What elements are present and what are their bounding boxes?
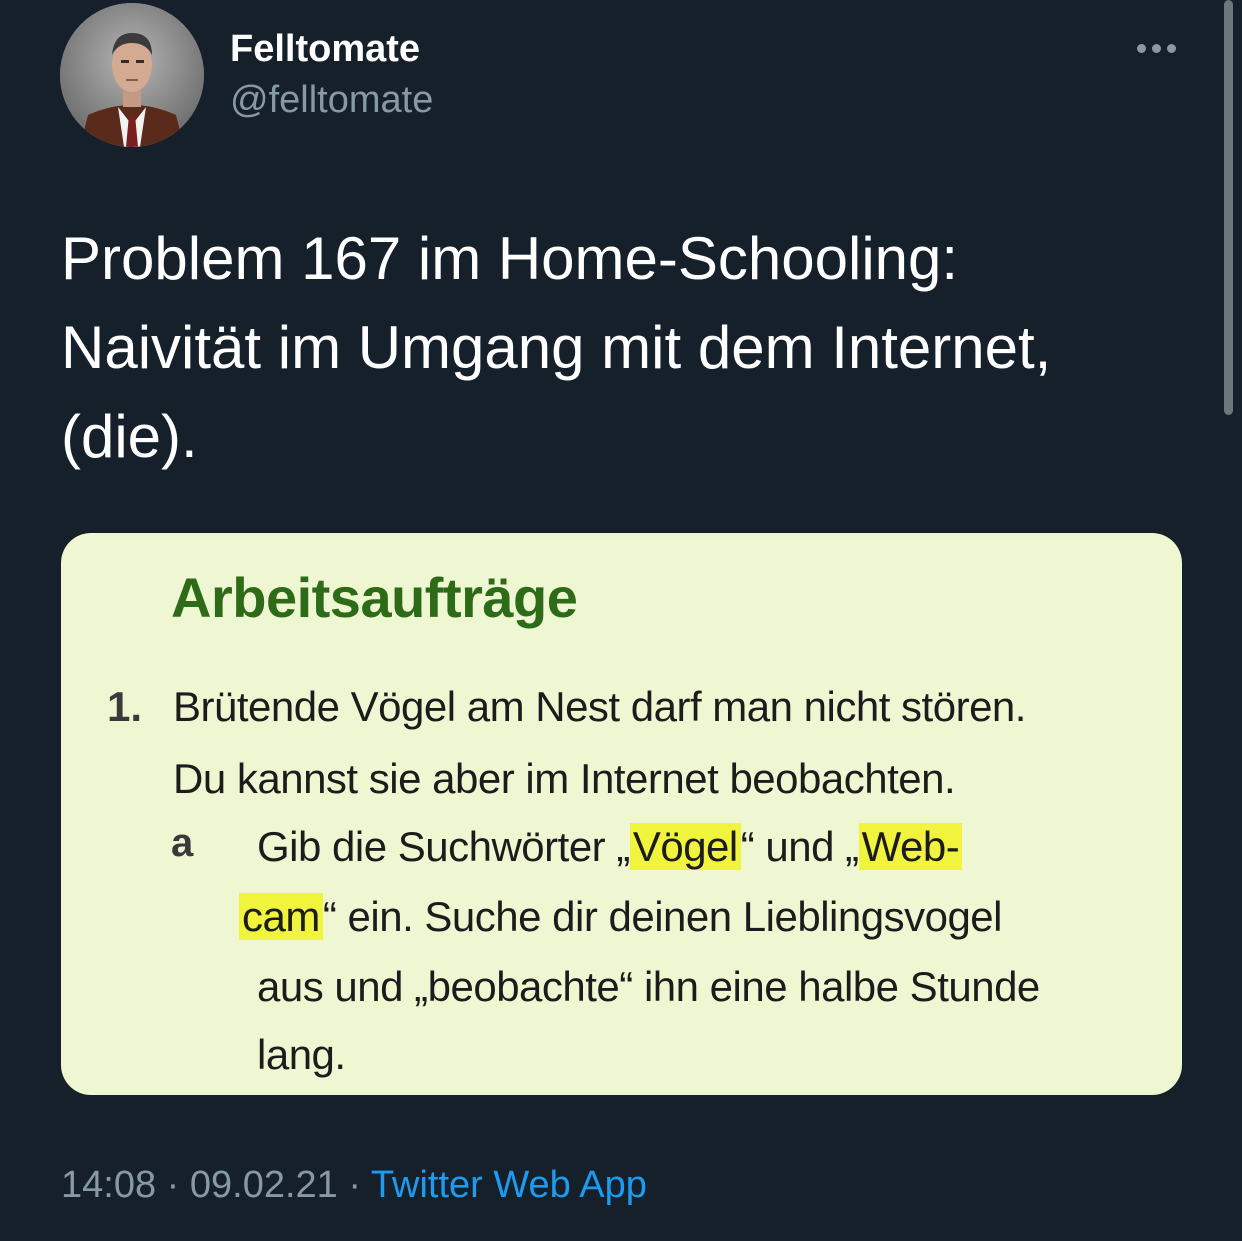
tweet-time[interactable]: 14:08: [61, 1164, 156, 1206]
user-handle[interactable]: @felltomate: [230, 77, 433, 123]
meta-separator: ·: [156, 1164, 190, 1206]
scrollbar[interactable]: [1224, 0, 1233, 415]
avatar-portrait-image: [60, 3, 204, 147]
worksheet-line: Brütende Vögel am Nest darf man nicht st…: [173, 683, 1026, 730]
tweet-text: Problem 167 im Home-Schooling: Naivität …: [61, 214, 1161, 481]
avatar[interactable]: [60, 3, 204, 147]
worksheet-line: cam“ ein. Suche dir deinen Lieblingsvoge…: [239, 893, 1003, 941]
more-dot: [1166, 43, 1176, 53]
more-horizontal-icon[interactable]: [1130, 34, 1182, 62]
more-dot: [1151, 43, 1161, 53]
worksheet-text: “ und „: [740, 823, 859, 870]
worksheet-heading: Arbeitsaufträge: [171, 566, 578, 629]
highlighted-word: Vögel: [629, 823, 741, 870]
subtask-letter: a: [171, 821, 194, 865]
worksheet-text: “ ein. Suche dir deinen Lieblingsvogel: [322, 893, 1003, 940]
tweet-media-image[interactable]: Arbeitsaufträge 1. Brütende Vögel am Nes…: [61, 533, 1182, 1095]
task-number: 1.: [107, 683, 143, 730]
more-dot: [1136, 43, 1146, 53]
user-display-name[interactable]: Felltomate: [230, 26, 420, 72]
tweet-date[interactable]: 09.02.21: [190, 1164, 338, 1206]
tweet-text-line: Problem 167 im Home-Schooling:: [61, 225, 959, 292]
worksheet-line: lang.: [257, 1031, 346, 1078]
worksheet-line: Gib die Suchwörter „Vögel“ und „Web-: [257, 823, 963, 871]
meta-separator: ·: [337, 1164, 371, 1206]
worksheet-text: Gib die Suchwörter „: [257, 823, 630, 870]
tweet-source-link[interactable]: Twitter Web App: [371, 1164, 647, 1206]
tweet-text-line: Naivität im Umgang mit dem Internet,: [61, 314, 1052, 381]
highlighted-word: cam: [239, 893, 323, 940]
highlighted-word: Web-: [858, 823, 963, 870]
worksheet-line: Du kannst sie aber im Internet beobachte…: [173, 755, 956, 802]
tweet-meta: 14:08 · 09.02.21 · Twitter Web App: [61, 1164, 647, 1207]
tweet-text-line: (die).: [61, 403, 198, 470]
worksheet-line: aus und „beobachte“ ihn eine halbe Stund…: [257, 963, 1040, 1010]
